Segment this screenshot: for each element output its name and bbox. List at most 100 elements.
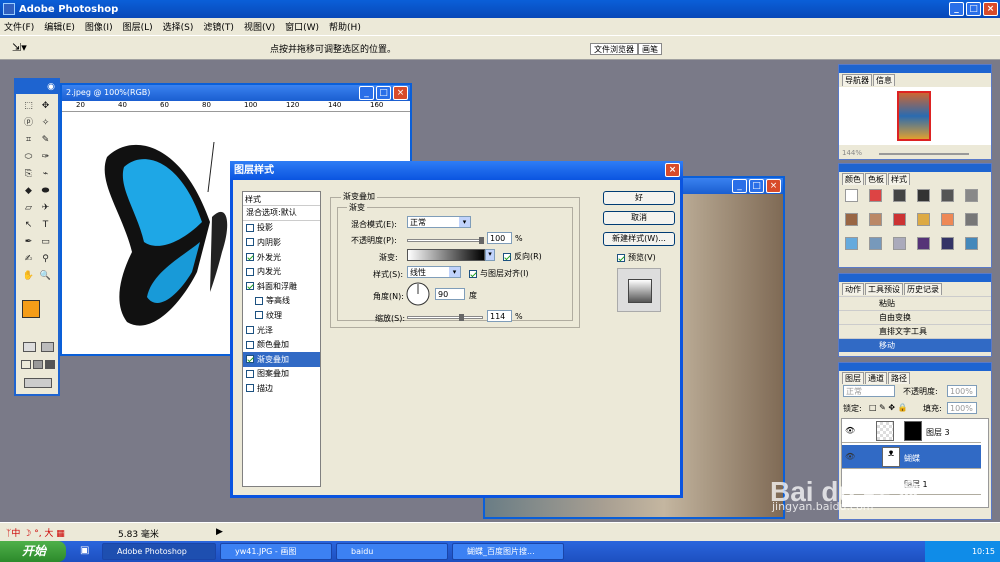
tab-brushes[interactable]: 画笔: [638, 43, 662, 55]
effect-checkbox[interactable]: [246, 253, 254, 262]
path-select-tool-icon[interactable]: ↖: [22, 219, 35, 232]
styles-header[interactable]: 样式: [243, 192, 320, 206]
type-tool-icon[interactable]: T: [39, 219, 52, 232]
tab-color[interactable]: 颜色: [842, 173, 864, 185]
menu-item-3[interactable]: 图层(L): [123, 20, 153, 33]
blending-options[interactable]: 混合选项:默认: [243, 206, 320, 221]
task-baidu-folder[interactable]: baidu: [336, 543, 448, 560]
effect-checkbox[interactable]: [246, 326, 254, 335]
eyedropper-tool-icon[interactable]: ⚲: [39, 253, 52, 266]
effect-row[interactable]: 外发光: [243, 250, 320, 265]
history-brush-tool-icon[interactable]: ⌁: [39, 168, 52, 181]
style-swatch[interactable]: [845, 189, 858, 202]
tab-tool-presets[interactable]: 工具预设: [865, 283, 903, 295]
tab-info[interactable]: 信息: [873, 74, 895, 86]
new-style-button[interactable]: 新建样式(W)...: [603, 232, 675, 246]
gradient-style-select[interactable]: 线性 ▾: [407, 266, 461, 278]
effect-row[interactable]: 渐变叠加: [243, 351, 320, 367]
marquee-tool-icon[interactable]: ⬚: [22, 100, 35, 113]
style-swatch[interactable]: [869, 213, 882, 226]
style-swatch[interactable]: [941, 213, 954, 226]
effect-checkbox[interactable]: [246, 340, 254, 349]
lock-icons[interactable]: □ ✎ ✥ 🔒: [869, 403, 908, 412]
effect-checkbox[interactable]: [246, 355, 254, 364]
layer-opacity-input[interactable]: 100%: [947, 385, 977, 397]
effect-row[interactable]: 投影: [243, 221, 320, 236]
effect-checkbox[interactable]: [246, 369, 254, 378]
layer-blend-select[interactable]: 正常: [843, 385, 895, 397]
opacity-slider-thumb[interactable]: [479, 237, 484, 244]
status-arrow-icon[interactable]: ▶: [216, 527, 223, 537]
tab-swatches[interactable]: 色板: [865, 173, 887, 185]
menu-item-4[interactable]: 选择(S): [163, 20, 194, 33]
effect-checkbox[interactable]: [246, 238, 254, 247]
angle-input[interactable]: 90: [435, 288, 465, 300]
effect-row[interactable]: 颜色叠加: [243, 337, 320, 352]
style-swatch[interactable]: [893, 213, 906, 226]
tab-file-browser[interactable]: 文件浏览器: [590, 43, 638, 55]
effect-row[interactable]: 斜面和浮雕: [243, 279, 320, 294]
screen-mode-3-icon[interactable]: [45, 360, 55, 369]
doc-minimize-icon[interactable]: _: [359, 86, 374, 100]
eye-icon[interactable]: 👁: [845, 452, 855, 461]
menu-item-0[interactable]: 文件(F): [4, 20, 34, 33]
dodge-tool-icon[interactable]: ✈: [39, 202, 52, 215]
effect-checkbox[interactable]: [246, 384, 254, 393]
slice-tool-icon[interactable]: ✎: [39, 134, 52, 147]
effect-checkbox[interactable]: [255, 296, 263, 305]
quickmask-mode-icon[interactable]: [41, 342, 54, 352]
zoom-tool-icon[interactable]: 🔍: [39, 270, 52, 283]
tab-history[interactable]: 历史记录: [904, 283, 942, 295]
menu-item-2[interactable]: 图像(I): [85, 20, 113, 33]
style-swatch[interactable]: [869, 237, 882, 250]
gradient-tool-icon[interactable]: ⬬: [39, 185, 52, 198]
doc2-maximize-icon[interactable]: □: [749, 179, 764, 193]
notes-tool-icon[interactable]: ✍: [22, 253, 35, 266]
screen-mode-1-icon[interactable]: [21, 360, 31, 369]
style-swatch[interactable]: [893, 189, 906, 202]
history-item[interactable]: 直排文字工具: [839, 324, 991, 338]
tab-channels[interactable]: 通道: [865, 372, 887, 384]
stamp-tool-icon[interactable]: ⎘: [22, 168, 35, 181]
tab-styles[interactable]: 样式: [888, 173, 910, 185]
blur-tool-icon[interactable]: ▱: [22, 202, 35, 215]
tab-navigator[interactable]: 导航器: [842, 74, 872, 86]
effect-checkbox[interactable]: [246, 267, 254, 276]
cancel-button[interactable]: 取消: [603, 211, 675, 225]
minimize-icon[interactable]: _: [949, 2, 964, 16]
doc2-minimize-icon[interactable]: _: [732, 179, 747, 193]
fill-input[interactable]: 100%: [947, 402, 977, 414]
layer-row-3[interactable]: 👁 图层 3: [842, 419, 981, 443]
effect-row[interactable]: 光泽: [243, 323, 320, 338]
desktop-icon[interactable]: ▣: [80, 545, 89, 556]
style-swatch[interactable]: [941, 189, 954, 202]
pen-tool-icon[interactable]: ✒: [22, 236, 35, 249]
scale-input[interactable]: 114: [487, 310, 512, 322]
style-swatch[interactable]: [965, 189, 978, 202]
opacity-slider[interactable]: [407, 239, 483, 242]
task-browser[interactable]: 蝴蝶_百度图片搜...: [452, 543, 564, 560]
foreground-color[interactable]: [22, 300, 40, 318]
hand-tool-icon[interactable]: ✋: [22, 270, 35, 283]
effect-row[interactable]: 内发光: [243, 264, 320, 279]
menu-item-8[interactable]: 帮助(H): [329, 20, 361, 33]
menu-item-5[interactable]: 滤镜(T): [203, 20, 234, 33]
style-swatch[interactable]: [869, 189, 882, 202]
style-swatch[interactable]: [845, 213, 858, 226]
preview-checkbox[interactable]: [617, 253, 625, 262]
screen-mode-2-icon[interactable]: [33, 360, 43, 369]
effect-row[interactable]: 图案叠加: [243, 367, 320, 382]
move-tool-icon[interactable]: ⇲▾: [12, 41, 27, 54]
align-with-layer-checkbox[interactable]: [469, 269, 477, 278]
maximize-icon[interactable]: □: [966, 2, 981, 16]
doc-close-icon[interactable]: ×: [393, 86, 408, 100]
effect-checkbox[interactable]: [255, 311, 263, 320]
gradient-chevron-icon[interactable]: ▾: [485, 249, 495, 261]
zoom-slider[interactable]: [879, 153, 969, 155]
jump-to-imageready-icon[interactable]: [24, 378, 52, 388]
history-item[interactable]: 粘贴: [839, 296, 991, 310]
effect-row[interactable]: 描边: [243, 381, 320, 396]
ime-indicator[interactable]: ᛉ中 ☽ °, 大 ▦: [6, 526, 65, 539]
move-tool-icon[interactable]: ✥: [39, 100, 52, 113]
healing-tool-icon[interactable]: ⬭: [22, 151, 35, 164]
